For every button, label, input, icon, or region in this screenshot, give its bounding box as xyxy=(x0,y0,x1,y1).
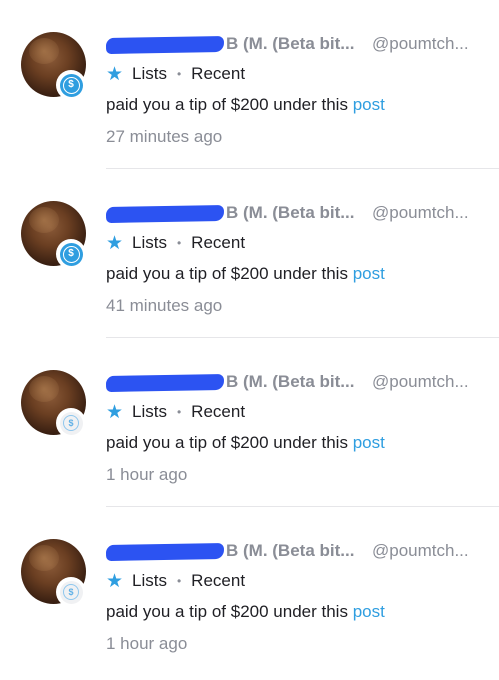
notification-message: paid you a tip of $200 under this post xyxy=(106,433,385,453)
dollar-coin-icon: $ xyxy=(59,580,83,604)
post-link[interactable]: post xyxy=(353,602,385,621)
notification-header: B (M. (Beta bit... @poumtch... xyxy=(106,203,489,227)
star-icon: ★ xyxy=(106,232,124,254)
dollar-coin-icon: $ xyxy=(59,242,83,266)
lists-row: ★ Lists • Recent xyxy=(106,62,245,86)
star-icon: ★ xyxy=(106,401,124,423)
notification-item[interactable]: $ B (M. (Beta bit... @poumtch... ★ Lists… xyxy=(0,0,499,169)
redaction-mark xyxy=(106,373,225,393)
user-handle[interactable]: @poumtch... xyxy=(372,203,469,223)
timestamp: 1 hour ago xyxy=(106,465,188,484)
bullet-separator: • xyxy=(176,67,182,81)
recent-label[interactable]: Recent xyxy=(191,571,245,591)
user-handle[interactable]: @poumtch... xyxy=(372,34,469,54)
timestamp: 27 minutes ago xyxy=(106,127,223,146)
post-link[interactable]: post xyxy=(353,433,385,452)
bullet-separator: • xyxy=(176,236,182,250)
tip-badge: $ xyxy=(56,70,86,100)
timestamp: 41 minutes ago xyxy=(106,296,223,315)
display-name[interactable]: B (M. (Beta bit... xyxy=(226,203,354,223)
bullet-separator: • xyxy=(176,405,182,419)
redaction-mark xyxy=(106,204,225,224)
message-text: paid you a tip of $200 under this xyxy=(106,264,353,283)
message-text: paid you a tip of $200 under this xyxy=(106,433,353,452)
star-icon: ★ xyxy=(106,570,124,592)
redaction-mark xyxy=(106,542,225,562)
dollar-coin-icon: $ xyxy=(59,73,83,97)
post-link[interactable]: post xyxy=(353,95,385,114)
notification-item[interactable]: $ B (M. (Beta bit... @poumtch... ★ Lists… xyxy=(0,169,499,338)
notification-message: paid you a tip of $200 under this post xyxy=(106,264,385,284)
tip-badge: $ xyxy=(56,577,86,607)
star-icon: ★ xyxy=(106,63,124,85)
lists-row: ★ Lists • Recent xyxy=(106,569,245,593)
notification-message: paid you a tip of $200 under this post xyxy=(106,602,385,622)
timestamp: 1 hour ago xyxy=(106,634,188,653)
display-name[interactable]: B (M. (Beta bit... xyxy=(226,541,354,561)
notification-item[interactable]: $ B (M. (Beta bit... @poumtch... ★ Lists… xyxy=(0,507,499,676)
lists-label[interactable]: Lists xyxy=(132,571,167,591)
tip-badge: $ xyxy=(56,239,86,269)
notification-header: B (M. (Beta bit... @poumtch... xyxy=(106,34,489,58)
notification-header: B (M. (Beta bit... @poumtch... xyxy=(106,372,489,396)
recent-label[interactable]: Recent xyxy=(191,233,245,253)
recent-label[interactable]: Recent xyxy=(191,64,245,84)
post-link[interactable]: post xyxy=(353,264,385,283)
notification-message: paid you a tip of $200 under this post xyxy=(106,95,385,115)
display-name[interactable]: B (M. (Beta bit... xyxy=(226,34,354,54)
notifications-feed: $ B (M. (Beta bit... @poumtch... ★ Lists… xyxy=(0,0,499,680)
dollar-coin-icon: $ xyxy=(59,411,83,435)
notification-header: B (M. (Beta bit... @poumtch... xyxy=(106,541,489,565)
lists-label[interactable]: Lists xyxy=(132,402,167,422)
lists-label[interactable]: Lists xyxy=(132,233,167,253)
message-text: paid you a tip of $200 under this xyxy=(106,95,353,114)
bullet-separator: • xyxy=(176,574,182,588)
tip-badge: $ xyxy=(56,408,86,438)
lists-label[interactable]: Lists xyxy=(132,64,167,84)
user-handle[interactable]: @poumtch... xyxy=(372,541,469,561)
redaction-mark xyxy=(106,35,225,55)
display-name[interactable]: B (M. (Beta bit... xyxy=(226,372,354,392)
message-text: paid you a tip of $200 under this xyxy=(106,602,353,621)
lists-row: ★ Lists • Recent xyxy=(106,231,245,255)
recent-label[interactable]: Recent xyxy=(191,402,245,422)
lists-row: ★ Lists • Recent xyxy=(106,400,245,424)
notification-item[interactable]: $ B (M. (Beta bit... @poumtch... ★ Lists… xyxy=(0,338,499,507)
user-handle[interactable]: @poumtch... xyxy=(372,372,469,392)
